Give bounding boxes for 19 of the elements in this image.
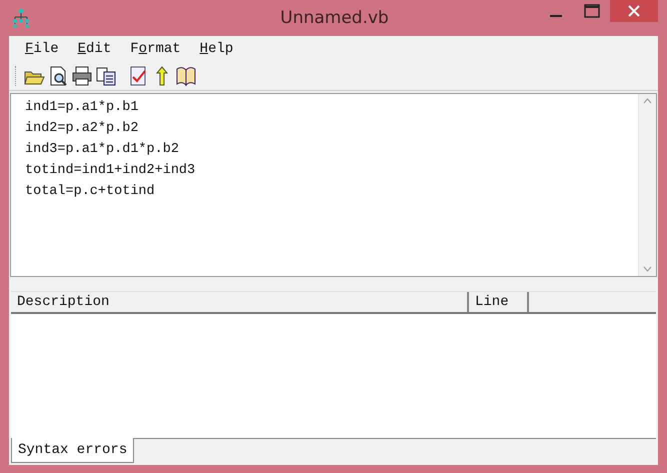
menu-item[interactable]: Help [200, 41, 234, 57]
code-editor[interactable]: ind1=p.a1*p.b1 ind2=p.a2*p.b2 ind3=p.a1*p.d1*p.b2 totind=ind1+ind2+ind3 total=p.c+totind [10, 93, 657, 277]
code-line: total=p.c+totind [25, 183, 156, 201]
menu-item[interactable]: File [25, 41, 59, 57]
code-line: ind1=p.a1*p.b1 [25, 99, 140, 117]
minimize-icon [549, 15, 563, 17]
code-line: ind2=p.a2*p.b2 [25, 120, 140, 138]
window-title: Unnamed.vb [279, 8, 390, 28]
code-line: ind3=p.a1*p.d1*p.b2 [25, 141, 180, 159]
column-header[interactable]: Line [469, 292, 529, 312]
menu-item[interactable]: Format [130, 41, 181, 57]
menu-item[interactable]: Edit [78, 41, 112, 57]
close-icon [627, 4, 641, 18]
close-button[interactable] [610, 0, 658, 22]
network-icon [11, 8, 31, 28]
maximize-icon [584, 4, 600, 18]
column-header[interactable]: Description [11, 292, 469, 312]
code-line: totind=ind1+ind2+ind3 [25, 162, 196, 180]
tab[interactable]: Syntax errors [11, 438, 134, 463]
